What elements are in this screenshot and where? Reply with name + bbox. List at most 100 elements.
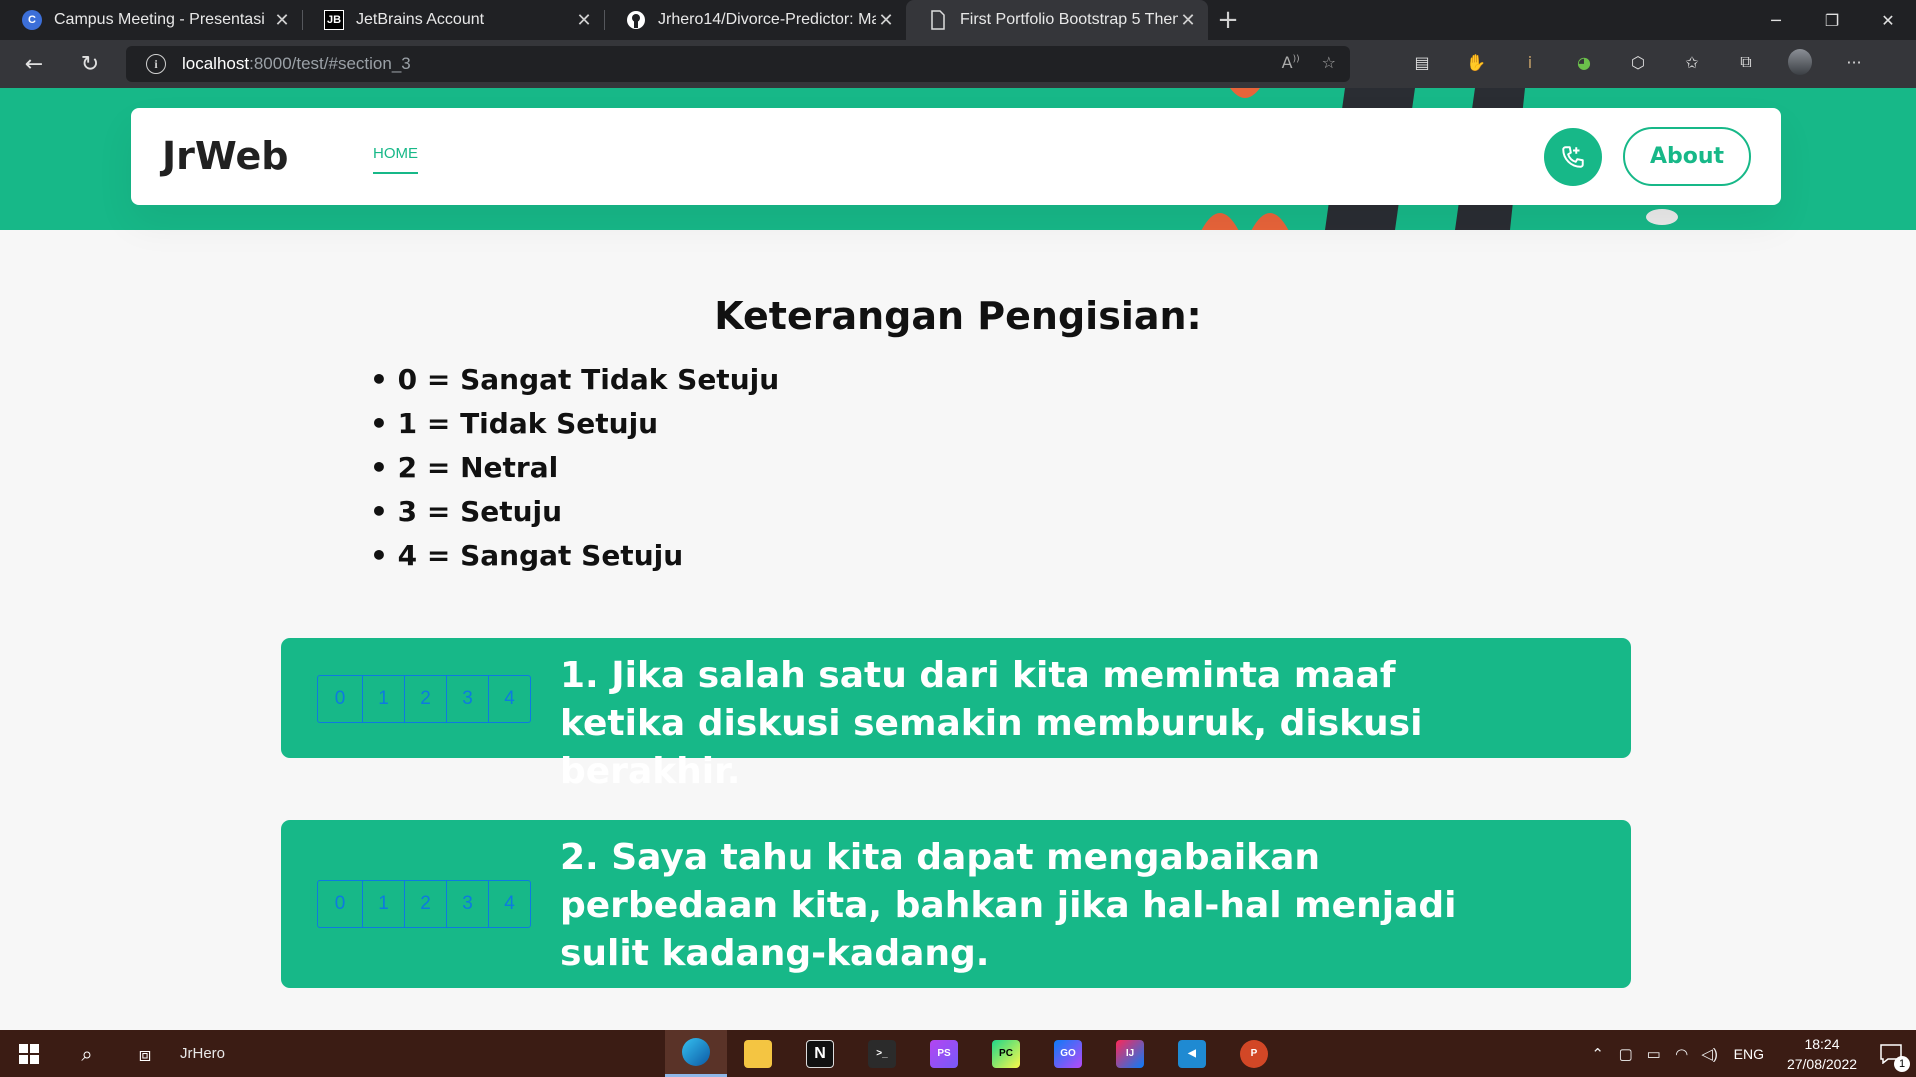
legend-item: • 0 = Sangat Tidak Setuju	[370, 363, 780, 396]
tab-campus-meeting[interactable]: C Campus Meeting - Presentasi ✕	[0, 0, 302, 40]
clock[interactable]: 18:24 27/08/2022	[1778, 1034, 1866, 1074]
phone-button[interactable]	[1544, 128, 1602, 186]
legend-item: • 2 = Netral	[370, 451, 559, 484]
browser-toolbar: ← ↻ i localhost:8000/test/#section_3 A))…	[0, 40, 1916, 88]
notification-count-badge: 1	[1894, 1056, 1910, 1072]
extensions-area: ▤ ✋ ⅰ ◕ ⬡ ✩ ⧉ ···	[1410, 49, 1866, 75]
volume-icon[interactable]: ◁)	[1696, 1045, 1724, 1063]
question-card: 0 1 2 3 4 2. Saya tahu kita dapat mengab…	[281, 820, 1631, 988]
leaf-decoration	[1646, 209, 1678, 225]
close-icon[interactable]: ✕	[574, 10, 594, 30]
restore-icon[interactable]: ❐	[1804, 0, 1860, 40]
read-aloud-icon[interactable]: A))	[1282, 53, 1300, 72]
favorites-icon[interactable]: ✩	[1680, 50, 1704, 74]
search-icon[interactable]: ⌕	[58, 1030, 116, 1077]
minimize-icon[interactable]: ─	[1748, 0, 1804, 40]
url-path: :8000/test/#section_3	[249, 54, 411, 73]
phpstorm-icon[interactable]: PS	[913, 1030, 975, 1077]
close-icon[interactable]: ✕	[1178, 10, 1198, 30]
option-3-button[interactable]: 3	[446, 675, 489, 723]
option-1-button[interactable]: 1	[362, 880, 405, 928]
answer-options: 0 1 2 3 4	[317, 880, 531, 928]
battery-icon[interactable]: ▭	[1640, 1045, 1668, 1063]
more-menu-icon[interactable]: ···	[1842, 50, 1866, 74]
tab-title: Campus Meeting - Presentasi	[54, 11, 265, 28]
extensions-puzzle-icon[interactable]: ⬡	[1626, 50, 1650, 74]
system-tray: ⌃ ▢ ▭ ◠ ◁) ENG 18:24 27/08/2022 1	[1584, 1030, 1916, 1077]
windows-taskbar: ⌕ ⧈ JrHero N >_ PS PC GO IJ ◀ P ⌃ ▢ ▭ ◠ …	[0, 1030, 1916, 1077]
pycharm-icon[interactable]: PC	[975, 1030, 1037, 1077]
browser-tab-strip: C Campus Meeting - Presentasi ✕ JB JetBr…	[0, 0, 1916, 40]
legend-item: • 1 = Tidak Setuju	[370, 407, 659, 440]
add-favorite-icon[interactable]: ☆	[1322, 53, 1336, 72]
adblock-hand-icon[interactable]: ✋	[1464, 50, 1488, 74]
site-navbar: JrWeb HOME About	[131, 108, 1781, 205]
question-card: 0 1 2 3 4 1. Jika salah satu dari kita m…	[281, 638, 1631, 792]
intellij-icon[interactable]: IJ	[1099, 1030, 1161, 1077]
option-2-button[interactable]: 2	[404, 675, 447, 723]
powerpoint-icon[interactable]: P	[1223, 1030, 1285, 1077]
info-icon[interactable]: i	[146, 54, 166, 74]
notion-icon[interactable]: N	[789, 1030, 851, 1077]
tab-jetbrains-account[interactable]: JB JetBrains Account ✕	[302, 0, 604, 40]
profile-avatar[interactable]	[1788, 49, 1812, 75]
terminal-icon[interactable]: >_	[851, 1030, 913, 1077]
collections-extension-icon[interactable]: ▤	[1410, 50, 1434, 74]
option-2-button[interactable]: 2	[404, 880, 447, 928]
page-viewport: JrWeb HOME About Keterangan Pengisian: •…	[0, 88, 1916, 1030]
wifi-icon[interactable]: ◠	[1668, 1045, 1696, 1063]
clock-date: 27/08/2022	[1786, 1055, 1858, 1072]
close-window-icon[interactable]: ✕	[1860, 0, 1916, 40]
device-icon[interactable]: ▢	[1612, 1045, 1640, 1063]
close-icon[interactable]: ✕	[272, 10, 292, 30]
taskbar-search-label[interactable]: JrHero	[180, 1045, 225, 1062]
close-icon[interactable]: ✕	[876, 10, 896, 30]
language-indicator[interactable]: ENG	[1734, 1046, 1764, 1062]
tab-title: Jrhero14/Divorce-Predictor: Mac	[658, 11, 876, 28]
site-brand[interactable]: JrWeb	[162, 134, 288, 178]
chevron-up-icon[interactable]: ⌃	[1584, 1045, 1612, 1063]
notification-center-icon[interactable]: 1	[1866, 1030, 1916, 1077]
tab-first-portfolio[interactable]: First Portfolio Bootstrap 5 Theme ✕	[906, 0, 1208, 40]
taskbar-apps: N >_ PS PC GO IJ ◀ P	[665, 1030, 1285, 1077]
option-3-button[interactable]: 3	[446, 880, 489, 928]
legend-item: • 4 = Sangat Setuju	[370, 539, 684, 572]
edge-browser-icon[interactable]	[665, 1030, 727, 1077]
answer-options: 0 1 2 3 4	[317, 675, 531, 723]
tab-title: First Portfolio Bootstrap 5 Theme	[960, 11, 1178, 28]
file-explorer-icon[interactable]	[727, 1030, 789, 1077]
goland-icon[interactable]: GO	[1037, 1030, 1099, 1077]
tab-title: JetBrains Account	[356, 11, 485, 28]
globe-extension-icon[interactable]: ◕	[1572, 50, 1596, 74]
figure-extension-icon[interactable]: ⅰ	[1518, 50, 1542, 74]
window-controls: ─ ❐ ✕	[1748, 0, 1916, 40]
option-0-button[interactable]: 0	[317, 880, 363, 928]
about-button[interactable]: About	[1623, 127, 1751, 186]
back-arrow-icon[interactable]: ←	[18, 48, 50, 80]
phone-call-icon	[1562, 146, 1584, 168]
address-bar[interactable]: i localhost:8000/test/#section_3 A)) ☆	[126, 46, 1350, 82]
campus-c-icon: C	[22, 10, 42, 30]
option-0-button[interactable]: 0	[317, 675, 363, 723]
jetbrains-jb-icon: JB	[324, 10, 344, 30]
vscode-icon[interactable]: ◀	[1161, 1030, 1223, 1077]
collections-icon[interactable]: ⧉	[1734, 50, 1758, 74]
taskbar-left: ⌕ ⧈ JrHero	[0, 1030, 225, 1077]
option-4-button[interactable]: 4	[488, 675, 531, 723]
github-icon	[626, 10, 646, 30]
nav-home-link[interactable]: HOME	[373, 145, 418, 174]
task-view-icon[interactable]: ⧈	[116, 1030, 174, 1077]
page-icon	[928, 10, 948, 30]
question-text: 1. Jika salah satu dari kita meminta maa…	[560, 655, 1423, 792]
url-host: localhost	[182, 54, 250, 73]
section-title: Keterangan Pengisian:	[714, 294, 1202, 338]
url-text[interactable]: localhost:8000/test/#section_3	[182, 54, 411, 74]
legend-item: • 3 = Setuju	[370, 495, 563, 528]
option-1-button[interactable]: 1	[362, 675, 405, 723]
option-4-button[interactable]: 4	[488, 880, 531, 928]
windows-start-icon[interactable]	[0, 1030, 58, 1077]
new-tab-button[interactable]: +	[1208, 0, 1248, 40]
clock-time: 18:24	[1804, 1035, 1840, 1052]
tab-github-divorce-predictor[interactable]: Jrhero14/Divorce-Predictor: Mac ✕	[604, 0, 906, 40]
refresh-icon[interactable]: ↻	[74, 48, 106, 80]
